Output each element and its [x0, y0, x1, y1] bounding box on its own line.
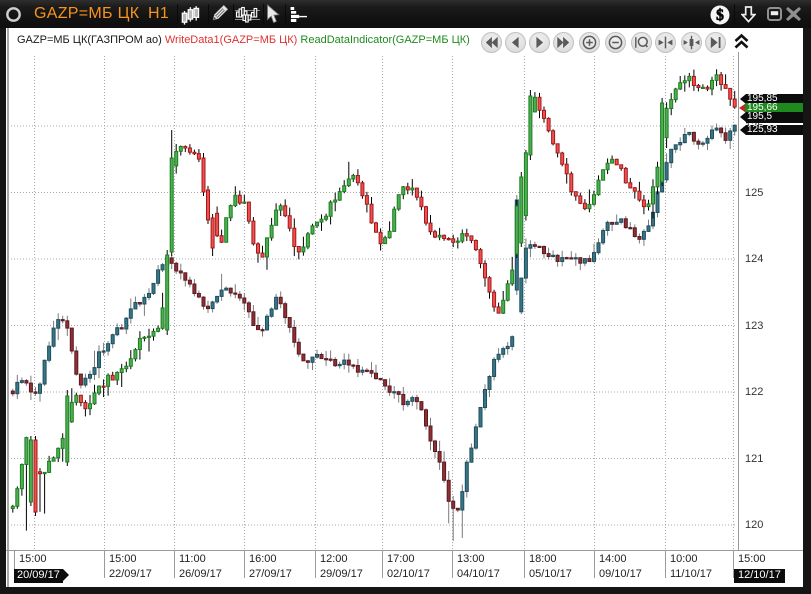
svg-text:$: $ [716, 7, 724, 24]
